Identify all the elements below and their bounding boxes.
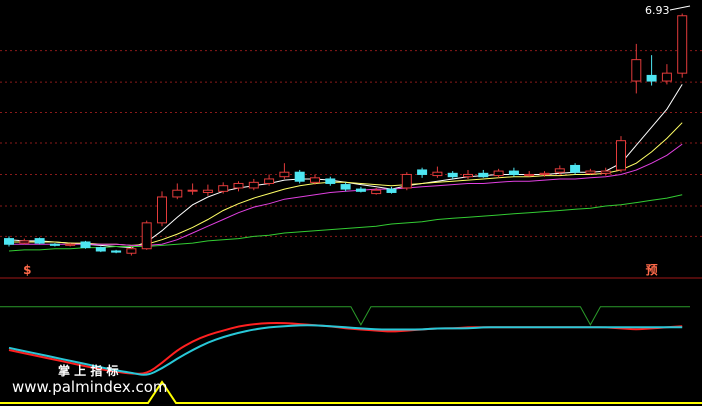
- candle-body: [401, 173, 412, 189]
- candle-down: [646, 55, 657, 86]
- candle-body: [202, 189, 213, 193]
- candle-body: [585, 170, 596, 174]
- candle-up: [616, 136, 626, 173]
- candle-down: [417, 167, 428, 178]
- candle-down: [478, 169, 489, 178]
- candle-body: [554, 168, 565, 173]
- candle-body: [172, 189, 183, 198]
- candle-body: [432, 171, 443, 177]
- candle-body: [187, 189, 198, 192]
- candle-down: [386, 186, 397, 194]
- candle-body: [677, 15, 688, 74]
- candle-down: [294, 169, 305, 184]
- candle-body: [524, 173, 535, 177]
- candle-body: [355, 188, 366, 192]
- candle-up: [401, 172, 412, 191]
- candle-body: [600, 170, 611, 174]
- high-price-marker: 6.93: [645, 4, 691, 17]
- candle-up: [600, 167, 611, 176]
- moving-average-lines: [8, 84, 683, 252]
- candle-body: [325, 178, 336, 184]
- candle-body: [248, 181, 259, 189]
- candle-body: [478, 172, 489, 178]
- candle-body: [49, 243, 60, 246]
- candle-body: [570, 164, 581, 173]
- signal-marker: $: [23, 263, 31, 277]
- candle-up: [493, 168, 504, 178]
- candle-body: [616, 140, 626, 171]
- candle-body: [95, 247, 106, 252]
- candle-body: [310, 177, 320, 183]
- candle-up: [248, 178, 259, 191]
- candlesticks: [4, 13, 688, 256]
- candle-body: [386, 188, 397, 193]
- candle-body: [631, 59, 642, 82]
- candle-body: [264, 178, 275, 184]
- candle-up: [677, 13, 688, 78]
- candle-body: [4, 238, 14, 245]
- candle-up: [524, 171, 535, 177]
- candle-up: [585, 168, 596, 175]
- candle-body: [463, 173, 473, 178]
- candle-body: [19, 240, 30, 244]
- stock-chart-stage: 6.93 $ 预 掌 上 指 标 www.palmindex.com: [0, 0, 702, 406]
- signal-green-line: [0, 306, 690, 326]
- candle-up: [172, 183, 183, 200]
- candle-body: [661, 72, 672, 82]
- candle-up: [187, 183, 198, 195]
- candle-down: [49, 243, 60, 247]
- candle-body: [233, 182, 244, 189]
- ma_short-line: [8, 84, 683, 249]
- candle-up: [19, 238, 30, 245]
- signal-markers: $ 预: [23, 263, 657, 277]
- candle-up: [202, 184, 213, 196]
- candle-down: [325, 176, 336, 186]
- candle-body: [371, 189, 382, 195]
- candle-up: [432, 166, 443, 178]
- candle-up: [157, 191, 167, 227]
- candle-down: [508, 167, 519, 177]
- candle-body: [80, 241, 91, 249]
- candle-body: [65, 243, 76, 246]
- ma_longer-line: [8, 194, 683, 252]
- candlestick-indicator-chart: 6.93 $ 预 掌 上 指 标 www.palmindex.com: [0, 4, 702, 404]
- candle-body: [493, 170, 504, 177]
- candle-body: [646, 74, 657, 82]
- candle-body: [508, 170, 519, 175]
- high-price-arrow: [669, 5, 691, 11]
- watermark-brand: 掌 上 指 标: [58, 363, 119, 378]
- candle-down: [34, 237, 45, 245]
- watermark: 掌 上 指 标 www.palmindex.com: [12, 363, 168, 396]
- candle-up: [661, 64, 672, 85]
- candle-body: [417, 169, 428, 175]
- candle-down: [111, 249, 122, 254]
- candle-down: [340, 182, 351, 192]
- candle-down: [355, 186, 366, 193]
- watermark-url: www.palmindex.com: [12, 378, 168, 396]
- candle-body: [218, 185, 229, 192]
- candle-down: [95, 246, 106, 253]
- price-gridlines: [0, 50, 702, 237]
- candle-up: [141, 220, 152, 250]
- high-price-label: 6.93: [645, 4, 670, 17]
- candle-up: [233, 181, 244, 192]
- candle-up: [218, 182, 229, 194]
- candle-body: [447, 172, 458, 178]
- ma_long-line: [9, 143, 683, 246]
- candle-up: [631, 43, 642, 94]
- candle-down: [4, 236, 14, 247]
- candle-body: [111, 250, 122, 253]
- candle-body: [34, 238, 45, 244]
- candle-body: [126, 248, 137, 254]
- candle-down: [80, 240, 91, 249]
- signal-marker: 预: [646, 263, 658, 277]
- candle-body: [539, 172, 550, 175]
- candle-body: [294, 171, 305, 182]
- candle-body: [340, 184, 351, 190]
- candle-up: [279, 163, 290, 179]
- candle-body: [279, 171, 290, 178]
- candle-body: [141, 222, 152, 250]
- candle-body: [157, 196, 167, 224]
- candle-down: [447, 171, 458, 179]
